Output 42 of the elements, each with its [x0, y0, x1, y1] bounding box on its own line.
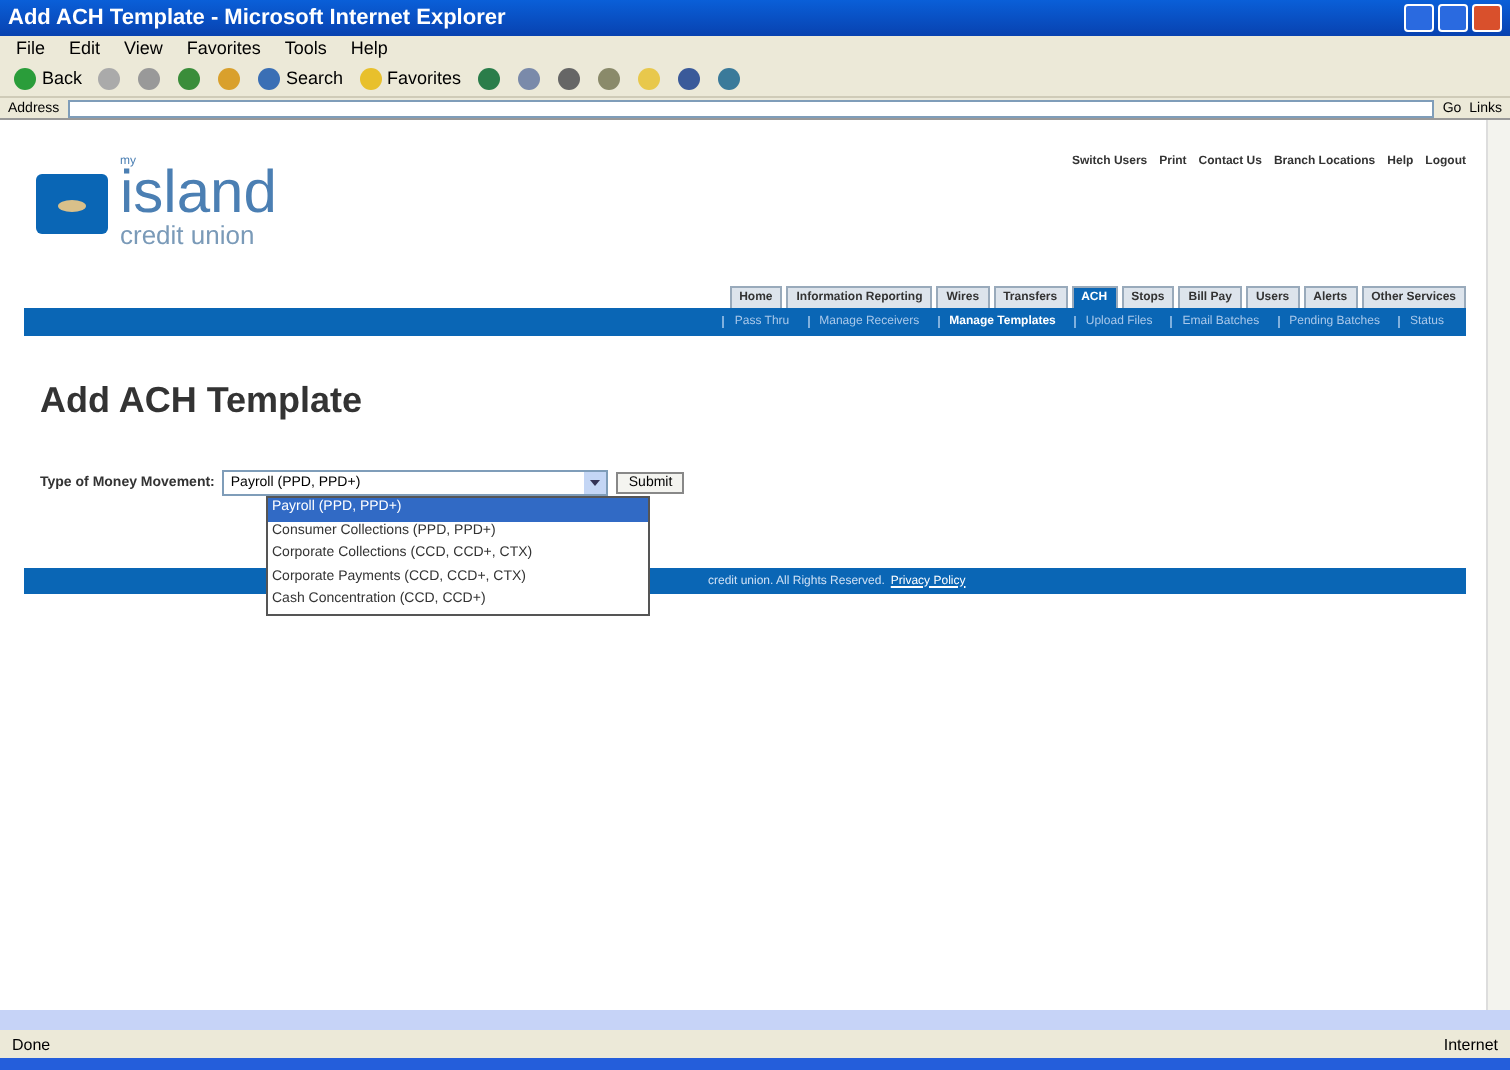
status-text: Done — [12, 1035, 51, 1053]
menu-item[interactable]: Help — [350, 38, 388, 58]
toolbar-icon — [96, 65, 123, 91]
toolbar-button[interactable] — [136, 65, 163, 91]
toolbar-button[interactable] — [555, 65, 582, 91]
toolbar-icon — [357, 65, 384, 91]
toolbar-icon — [555, 65, 582, 91]
toolbar-button[interactable]: Search — [256, 65, 344, 91]
menu-item[interactable]: Edit — [69, 38, 101, 58]
menu-item[interactable]: File — [16, 38, 46, 58]
logo-name: island — [120, 168, 277, 220]
logo-subtitle: credit union — [120, 220, 257, 250]
toolbar-button[interactable] — [515, 65, 542, 91]
logo-icon — [36, 173, 108, 233]
toolbar-icon — [715, 65, 742, 91]
toolbar-icon — [176, 65, 203, 91]
maximize-button[interactable] — [1438, 4, 1468, 32]
toolbar-button[interactable] — [675, 65, 702, 91]
toolbar-icon — [136, 65, 163, 91]
menu-item[interactable]: Favorites — [186, 38, 261, 58]
toolbar-icon — [635, 65, 662, 91]
menu-item[interactable]: Tools — [284, 38, 327, 58]
toolbar-button[interactable] — [595, 65, 622, 91]
toolbar-icon — [675, 65, 702, 91]
window-title: Add ACH Template - Microsoft Internet Explorer — [8, 6, 506, 30]
toolbar-button[interactable]: Back — [12, 65, 83, 91]
minimize-button[interactable] — [1404, 4, 1434, 32]
toolbar-icon — [216, 65, 243, 91]
page-heading: Add ACH Template — [40, 380, 365, 422]
toolbar-icon — [595, 65, 622, 91]
toolbar-button[interactable] — [715, 65, 742, 91]
search-icon — [256, 65, 283, 91]
close-button[interactable] — [1472, 4, 1502, 32]
toolbar-icon — [12, 65, 38, 91]
toolbar-button[interactable]: Favorites — [357, 65, 462, 91]
toolbar-button[interactable] — [475, 65, 502, 91]
menu-item[interactable]: View — [124, 38, 163, 58]
zone-label: Internet — [1443, 1035, 1498, 1053]
toolbar-icon — [515, 65, 542, 91]
toolbar-icon — [475, 65, 502, 91]
address-field[interactable] — [67, 99, 1435, 117]
toolbar-button[interactable] — [176, 65, 203, 91]
